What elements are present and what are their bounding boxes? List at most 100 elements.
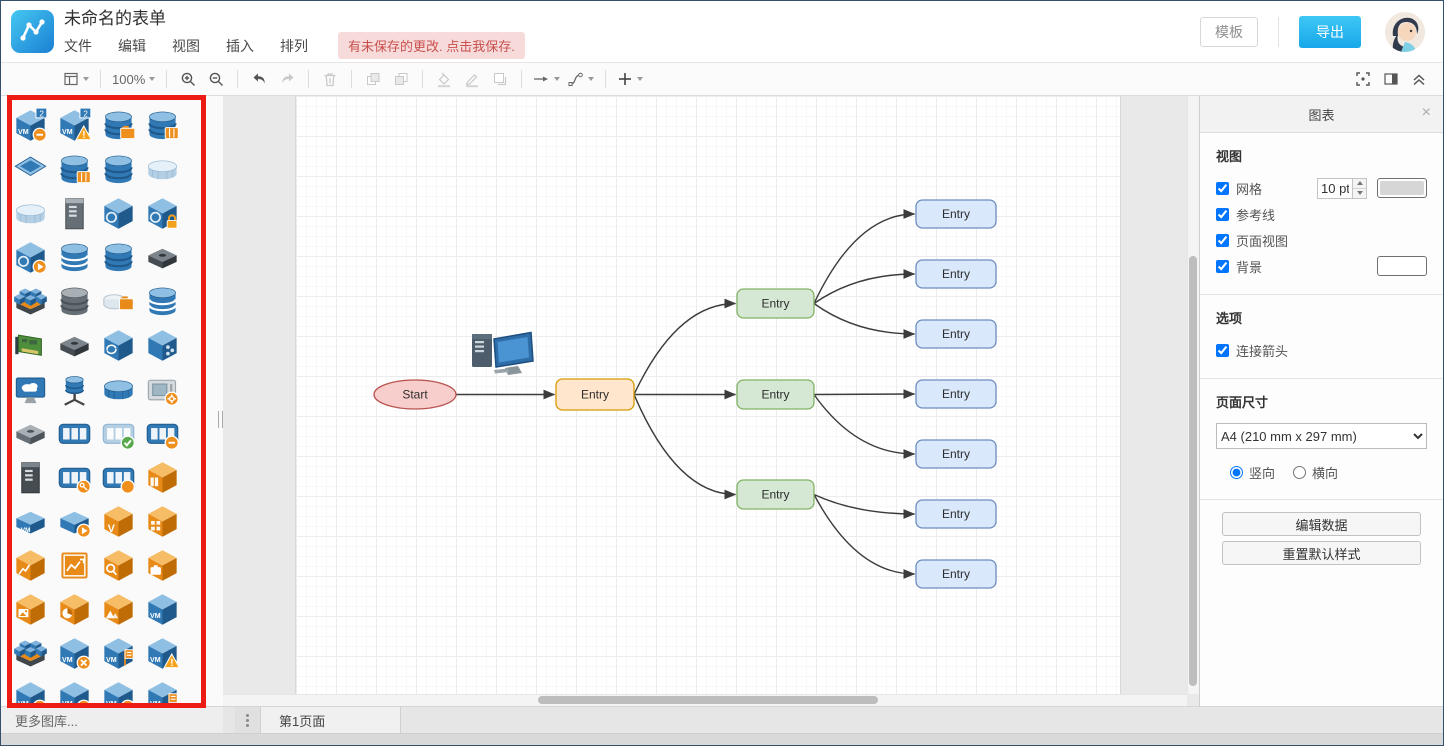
horizontal-scrollbar-track[interactable]	[223, 694, 1187, 706]
connection-arrows-checkbox[interactable]	[1216, 343, 1229, 357]
connection-arrow-button[interactable]	[531, 66, 562, 92]
connector-style-button[interactable]	[566, 66, 596, 92]
workstation-icon[interactable]	[472, 331, 534, 376]
close-panel-icon[interactable]: ×	[1422, 104, 1431, 122]
palette-shape-28-box[interactable]	[140, 367, 184, 411]
palette-shape-31-screen[interactable]	[96, 411, 140, 455]
palette-shape-49-lego[interactable]	[8, 631, 52, 675]
palette-shape-19-cloudfolder[interactable]	[96, 279, 140, 323]
page-size-select[interactable]: A4 (210 mm x 297 mm)	[1216, 423, 1427, 449]
guides-checkbox[interactable]	[1216, 207, 1229, 221]
palette-shape-38-flatcube[interactable]	[52, 499, 96, 543]
reset-default-style-button[interactable]: 重置默认样式	[1222, 541, 1421, 565]
vertical-scrollbar-track[interactable]	[1187, 96, 1199, 694]
page-view-checkbox[interactable]	[1216, 233, 1229, 247]
user-avatar[interactable]	[1385, 11, 1425, 52]
more-shapes-link[interactable]: 更多图库...	[1, 706, 223, 733]
zoom-out-button[interactable]	[204, 66, 228, 92]
palette-shape-48-vm[interactable]: VM	[140, 587, 184, 631]
palette-shape-55-vm[interactable]: VM	[96, 675, 140, 706]
palette-shape-39-v[interactable]: V	[96, 499, 140, 543]
page-view-button[interactable]	[61, 66, 91, 92]
palette-shape-10-server[interactable]	[52, 191, 96, 235]
palette-shape-52-vm[interactable]: VM!	[140, 631, 184, 675]
diagram-node-g1[interactable]: Entry	[736, 288, 815, 319]
palette-shape-50-vm[interactable]: VM	[52, 631, 96, 675]
unsaved-changes-notice[interactable]: 有未保存的更改. 点击我保存.	[338, 32, 525, 59]
grid-checkbox[interactable]	[1216, 181, 1229, 195]
pages-menu-button[interactable]	[235, 707, 261, 733]
palette-shape-13-circle[interactable]	[8, 235, 52, 279]
portrait-radio[interactable]	[1230, 466, 1243, 479]
palette-shape-17-lego[interactable]	[8, 279, 52, 323]
vertical-scrollbar-thumb[interactable]	[1189, 256, 1197, 686]
zoom-in-button[interactable]	[176, 66, 200, 92]
palette-shape-51-vm[interactable]: VM	[96, 631, 140, 675]
palette-shape-25-cloud[interactable]	[8, 367, 52, 411]
shadow-button[interactable]	[488, 66, 512, 92]
background-checkbox[interactable]	[1216, 259, 1229, 273]
export-button[interactable]: 导出	[1299, 15, 1361, 48]
template-button[interactable]: 模板	[1200, 16, 1258, 47]
diagram-node-g2[interactable]: Entry	[736, 379, 815, 410]
menu-edit[interactable]: 编辑	[118, 36, 146, 56]
palette-shape-14-cylw[interactable]	[52, 235, 96, 279]
palette-shape-44-case[interactable]	[140, 543, 184, 587]
palette-shape-54-vm[interactable]: VM	[52, 675, 96, 706]
diagram-node-b7[interactable]: Entry	[915, 559, 997, 589]
page-view-label[interactable]: 页面视图	[1236, 231, 1288, 250]
palette-shape-23-sync[interactable]	[96, 323, 140, 367]
landscape-label[interactable]: 横向	[1312, 463, 1338, 482]
redo-button[interactable]	[275, 66, 299, 92]
palette-shape-30-screen[interactable]	[52, 411, 96, 455]
diagram-node-b4[interactable]: Entry	[915, 379, 997, 409]
background-color-swatch[interactable]	[1377, 256, 1427, 276]
palette-shape-22-flatserver[interactable]	[52, 323, 96, 367]
to-front-button[interactable]	[361, 66, 385, 92]
diagram-edge-g2-b4[interactable]	[813, 389, 916, 399]
palette-shape-18-cyl[interactable]	[52, 279, 96, 323]
palette-shape-21-card[interactable]	[8, 323, 52, 367]
canvas[interactable]: Start Entry Entry Entry Entry Entry Entry Entry…	[223, 96, 1199, 706]
horizontal-scrollbar-thumb[interactable]	[538, 696, 878, 704]
palette-shape-2-vm[interactable]: VM! 2	[52, 103, 96, 147]
diagram-edge-entry1-g3[interactable]	[633, 394, 737, 500]
diagram-node-b3[interactable]: Entry	[915, 319, 997, 349]
diagram-node-b6[interactable]: Entry	[915, 499, 997, 529]
diagram-edge-g1-b1[interactable]	[813, 209, 916, 304]
palette-shape-47-mtn[interactable]	[96, 587, 140, 631]
zoom-level-button[interactable]: 100%	[110, 66, 157, 92]
diagram-node-g3[interactable]: Entry	[736, 479, 815, 510]
guides-label[interactable]: 参考线	[1236, 205, 1275, 224]
diagram-edge-g3-b6[interactable]	[813, 493, 916, 519]
grid-color-swatch[interactable]	[1377, 178, 1427, 198]
diagram-node-start[interactable]: Start	[373, 379, 457, 410]
diagram-node-entry1[interactable]: Entry	[555, 378, 635, 411]
palette-shape-37-vm[interactable]: VM	[8, 499, 52, 543]
portrait-label[interactable]: 竖向	[1249, 463, 1275, 482]
palette-shape-24-dots[interactable]	[140, 323, 184, 367]
diagram-edge-entry1-g1[interactable]	[633, 298, 737, 395]
app-logo[interactable]	[11, 10, 54, 53]
palette-shape-46-pie[interactable]	[52, 587, 96, 631]
palette-shape-6-cyl[interactable]	[52, 147, 96, 191]
fill-color-button[interactable]	[432, 66, 456, 92]
palette-shape-15-cyl[interactable]	[96, 235, 140, 279]
palette-shape-53-vm[interactable]: VM	[8, 675, 52, 706]
menu-arrange[interactable]: 排列	[280, 36, 308, 56]
palette-shape-35-screen[interactable]	[96, 455, 140, 499]
palette-shape-45-img[interactable]	[8, 587, 52, 631]
tab-diagram[interactable]: 图表	[1200, 105, 1443, 124]
palette-shape-42-arrows[interactable]	[52, 543, 96, 587]
palette-shape-5-diamond[interactable]	[8, 147, 52, 191]
palette-shape-8-disk[interactable]	[140, 147, 184, 191]
palette-shape-34-screen[interactable]	[52, 455, 96, 499]
menu-file[interactable]: 文件	[64, 36, 92, 56]
menu-view[interactable]: 视图	[172, 36, 200, 56]
palette-shape-1-vm[interactable]: VM 2	[8, 103, 52, 147]
collapse-toolbar-button[interactable]	[1407, 66, 1431, 92]
to-back-button[interactable]	[389, 66, 413, 92]
palette-shape-56-vm[interactable]: VM	[140, 675, 184, 706]
palette-shape-26-standdb[interactable]	[52, 367, 96, 411]
format-panel-toggle[interactable]	[1379, 66, 1403, 92]
